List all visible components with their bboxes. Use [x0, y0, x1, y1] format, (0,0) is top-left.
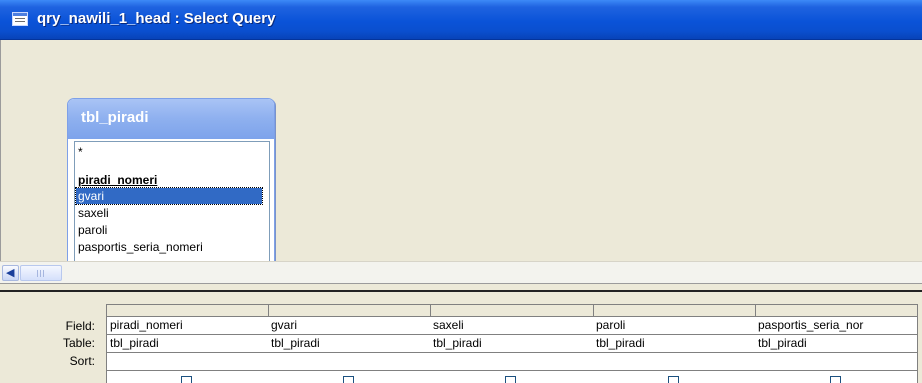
- grid-cell-table[interactable]: tbl_piradi: [593, 335, 756, 353]
- table-pane: tbl_piradi * piradi_nomeri gvari saxeli …: [0, 40, 922, 300]
- grid-cell-sort[interactable]: [430, 353, 594, 371]
- query-window-icon: [12, 12, 28, 26]
- grid-cell-sort[interactable]: [755, 353, 918, 371]
- grid-cell-table[interactable]: tbl_piradi: [268, 335, 431, 353]
- row-label-sort: Sort:: [69, 354, 95, 368]
- grid-cell-field[interactable]: piradi_nomeri: [106, 317, 269, 335]
- grid-cell-field[interactable]: gvari: [268, 317, 431, 335]
- field-item-all[interactable]: *: [78, 144, 83, 160]
- column-selector[interactable]: [106, 304, 269, 317]
- grid-cell-field[interactable]: saxeli: [430, 317, 594, 335]
- show-checkbox[interactable]: [830, 376, 841, 383]
- field-item[interactable]: pasportis_seria_nomeri: [78, 239, 203, 255]
- grid-cell-sort[interactable]: [268, 353, 431, 371]
- horizontal-scrollbar[interactable]: ◀: [0, 261, 922, 283]
- window-title: qry_nawili_1_head : Select Query: [37, 10, 276, 27]
- row-label-field: Field:: [65, 319, 95, 333]
- field-item[interactable]: paroli: [78, 222, 107, 238]
- grid-cell-table[interactable]: tbl_piradi: [755, 335, 918, 353]
- field-list-header[interactable]: tbl_piradi: [68, 99, 274, 139]
- scroll-thumb[interactable]: [20, 265, 62, 281]
- column-selector[interactable]: [268, 304, 431, 317]
- row-label-show: [0, 374, 95, 383]
- show-checkbox[interactable]: [505, 376, 516, 383]
- grid-cell-sort[interactable]: [593, 353, 756, 371]
- field-item-selected[interactable]: gvari: [75, 187, 263, 205]
- chevron-left-icon: ◀: [6, 267, 15, 279]
- table-name: tbl_piradi: [81, 109, 149, 126]
- grid-cell-table[interactable]: tbl_piradi: [106, 335, 269, 353]
- column-selector[interactable]: [755, 304, 918, 317]
- row-label-table: Table:: [62, 336, 95, 350]
- show-checkbox[interactable]: [181, 376, 192, 383]
- window-title-bar[interactable]: qry_nawili_1_head : Select Query: [0, 0, 922, 40]
- column-selector[interactable]: [593, 304, 756, 317]
- grid-cell-field[interactable]: paroli: [593, 317, 756, 335]
- show-checkbox[interactable]: [668, 376, 679, 383]
- scroll-left-button[interactable]: ◀: [2, 265, 19, 281]
- grid-cell-field[interactable]: pasportis_seria_nor: [755, 317, 918, 335]
- grid-cell-table[interactable]: tbl_piradi: [430, 335, 594, 353]
- pane-splitter[interactable]: [0, 283, 922, 292]
- field-item-primary-key[interactable]: piradi_nomeri: [78, 172, 157, 188]
- design-grid: Field: Table: Sort: piradi_nomeri tbl_pir…: [0, 292, 922, 383]
- field-item[interactable]: saxeli: [78, 205, 109, 221]
- show-checkbox[interactable]: [343, 376, 354, 383]
- grid-cell-sort[interactable]: [106, 353, 269, 371]
- column-selector[interactable]: [430, 304, 594, 317]
